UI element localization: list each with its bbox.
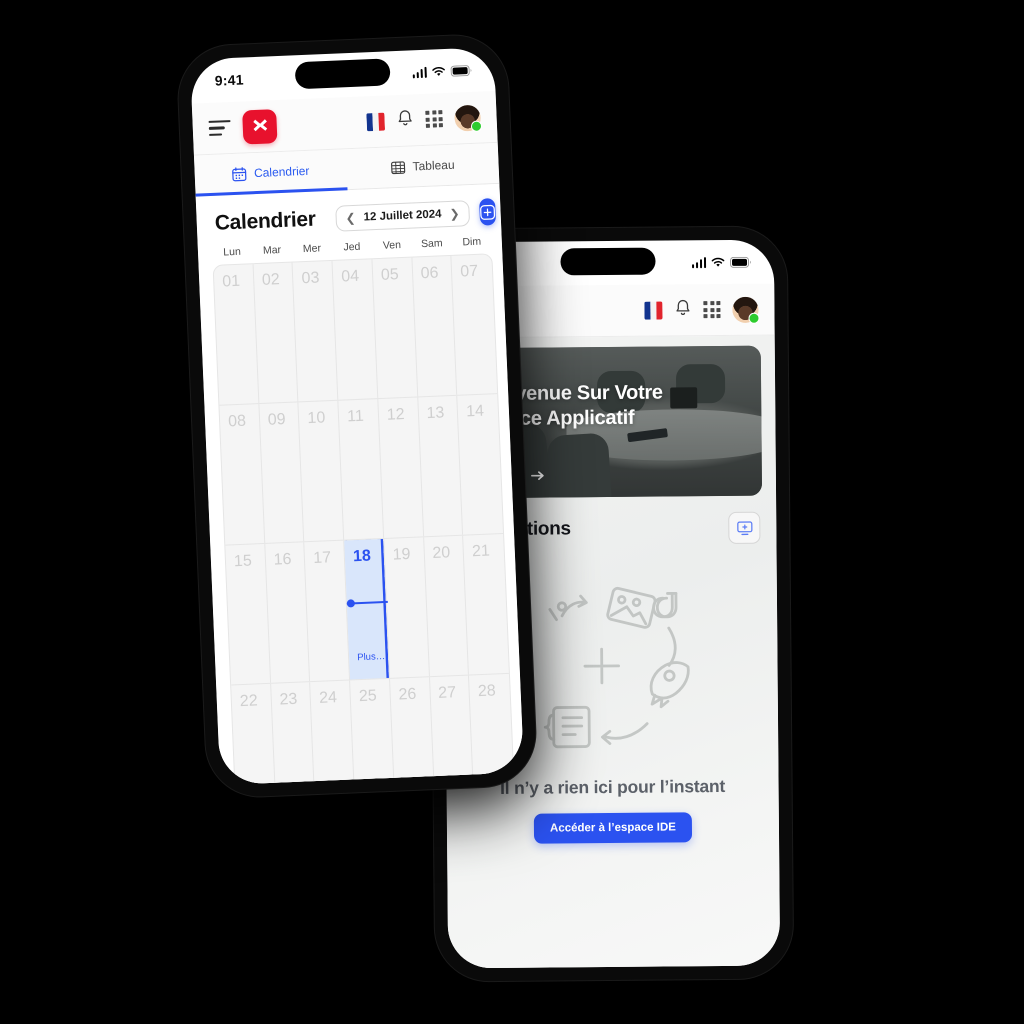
- status-icons: [412, 64, 473, 78]
- calendar-day-cell[interactable]: 05: [372, 257, 418, 399]
- tab-label: Calendrier: [253, 163, 310, 181]
- day-header: Mar: [262, 244, 282, 257]
- calendar-icon: [232, 166, 248, 182]
- online-status-dot: [748, 312, 760, 324]
- notification-bell-icon[interactable]: [396, 108, 414, 132]
- calendar-day-cell[interactable]: 23: [270, 682, 317, 786]
- calendar-day-cell[interactable]: 02: [253, 262, 299, 404]
- phone-calendar-device: 9:41 Calendrier Tableau Calendrier ❮ 12 …: [176, 33, 538, 799]
- create-content-illustration: [543, 586, 690, 749]
- header-actions-calendar: [366, 104, 483, 135]
- calendar-day-cell[interactable]: 06: [411, 255, 458, 397]
- calendar-day-cell[interactable]: 09: [259, 402, 305, 543]
- add-event-button[interactable]: [479, 198, 497, 226]
- wifi-icon: [431, 65, 445, 77]
- table-grid-icon: [390, 159, 406, 175]
- battery-icon: [730, 256, 752, 268]
- dynamic-island: [560, 247, 656, 276]
- header-spacer: [289, 122, 355, 125]
- battery-icon: [450, 64, 472, 77]
- calendar-day-cell[interactable]: 08: [219, 404, 265, 545]
- calendar-day-cell[interactable]: 17: [304, 540, 351, 682]
- tab-label: Tableau: [412, 157, 455, 174]
- today-number: 18: [352, 547, 372, 566]
- calendar-day-cell[interactable]: 03: [292, 260, 339, 402]
- online-status-dot: [470, 120, 483, 132]
- calendar-day-cell[interactable]: 15: [225, 543, 271, 685]
- calendar-week-row: 15 16 17 18 Plus… 19 20 21: [225, 533, 509, 686]
- current-date-label: 12 Juillet 2024: [363, 207, 442, 224]
- french-flag-icon[interactable]: [366, 112, 386, 131]
- current-time-indicator: [346, 600, 388, 605]
- chevron-left-icon[interactable]: ❮: [345, 210, 356, 224]
- calendar-day-cell[interactable]: 14: [458, 394, 504, 535]
- calendar-day-cell[interactable]: 07: [452, 254, 498, 395]
- page-title: Calendrier: [214, 207, 317, 235]
- calendar-day-cell[interactable]: 24: [310, 680, 357, 786]
- tab-calendrier[interactable]: Calendrier: [194, 149, 348, 195]
- add-application-monitor-icon[interactable]: [728, 511, 761, 544]
- calendar-day-cell-today[interactable]: 18 Plus…: [344, 538, 390, 680]
- day-header: Sam: [420, 237, 443, 251]
- french-flag-icon[interactable]: [644, 301, 663, 320]
- calendar-day-cell[interactable]: 01: [213, 264, 260, 405]
- cellular-signal-icon: [412, 66, 427, 78]
- apps-grid-icon[interactable]: [703, 301, 721, 319]
- notification-bell-icon[interactable]: [675, 298, 692, 321]
- calendar-week-row: 22 23 24 25 26 27 28: [231, 674, 515, 786]
- day-header: Mer: [302, 242, 322, 256]
- user-avatar[interactable]: [732, 296, 760, 324]
- go-to-ide-button[interactable]: Accéder à l’espace IDE: [533, 812, 693, 844]
- arrow-right-icon: [531, 471, 545, 484]
- calendar-day-cell[interactable]: 12: [378, 397, 424, 538]
- calendar-day-cell[interactable]: 13: [417, 395, 464, 537]
- calendar-day-cell[interactable]: 21: [463, 534, 509, 675]
- calendar-week-row: 08 09 10 11 12 13 14: [219, 394, 504, 546]
- calendar-day-cell[interactable]: 22: [231, 683, 277, 786]
- status-clock: 9:41: [214, 71, 244, 89]
- calendar-day-cell[interactable]: 19: [384, 537, 430, 678]
- date-navigator: ❮ 12 Juillet 2024 ❯: [335, 199, 471, 232]
- more-events-link[interactable]: Plus…: [357, 651, 385, 663]
- tab-tableau[interactable]: Tableau: [346, 143, 500, 189]
- wifi-icon: [711, 256, 725, 267]
- hamburger-menu-icon[interactable]: [208, 119, 232, 137]
- empty-state-message: Il n’y a rien ici pour l’instant: [499, 776, 726, 798]
- apps-grid-icon[interactable]: [425, 110, 443, 128]
- day-header: Dim: [462, 235, 482, 249]
- calendar-grid: 01 02 03 04 05 06 07 08 09 10 11 12 13 1…: [212, 253, 516, 786]
- phone-calendar-screen: 9:41 Calendrier Tableau Calendrier ❮ 12 …: [189, 46, 525, 786]
- user-avatar[interactable]: [454, 104, 483, 132]
- calendar-day-cell[interactable]: 27: [429, 675, 476, 786]
- calendar-day-cell[interactable]: 10: [298, 400, 345, 542]
- brand-x-logo-icon[interactable]: [242, 108, 278, 145]
- calendar-day-cell[interactable]: 16: [264, 542, 311, 683]
- calendar-page: Calendrier ❮ 12 Juillet 2024 ❯ Lun Mar M…: [195, 183, 525, 786]
- calendar-day-cell[interactable]: 28: [469, 674, 515, 785]
- status-icons: [691, 256, 752, 268]
- day-header: Ven: [382, 239, 402, 252]
- calendar-day-cell[interactable]: 04: [332, 259, 379, 400]
- header-actions-dashboard: [644, 296, 760, 324]
- cellular-signal-icon: [691, 256, 707, 268]
- day-header: Lun: [223, 245, 242, 259]
- day-header: Jed: [343, 240, 361, 254]
- canvas: Bienvenue Sur Votre Espace Applicatif Dé…: [0, 0, 1024, 1024]
- calendar-day-cell[interactable]: 20: [423, 535, 470, 677]
- calendar-week-row: 01 02 03 04 05 06 07: [213, 254, 498, 406]
- chevron-right-icon[interactable]: ❯: [449, 206, 460, 220]
- calendar-day-cell[interactable]: 26: [389, 677, 436, 786]
- dynamic-island: [294, 58, 391, 90]
- calendar-day-cell[interactable]: 25: [350, 678, 396, 786]
- calendar-day-cell[interactable]: 11: [338, 399, 384, 540]
